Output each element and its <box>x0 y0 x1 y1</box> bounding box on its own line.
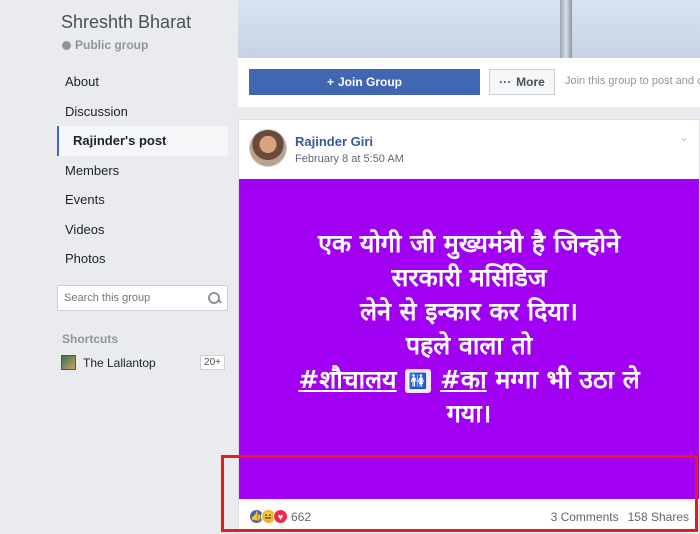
nav-item-videos[interactable]: Videos <box>57 215 228 245</box>
chevron-down-icon[interactable]: ⌄ <box>679 130 689 144</box>
post-text-line: सरकारी मर्सिडिज <box>391 263 547 292</box>
restroom-icon: 🚻 <box>405 369 432 393</box>
globe-icon <box>62 40 71 50</box>
join-group-button[interactable]: + Join Group <box>249 69 480 95</box>
post-footer: 👍 😆 ♥ 662 3 Comments 158 Shares <box>239 499 699 534</box>
search-input[interactable] <box>64 292 194 304</box>
shortcut-thumbnail <box>61 355 76 370</box>
cover-pole <box>560 0 572 58</box>
group-search <box>57 285 228 311</box>
shares-count-link[interactable]: 158 Shares <box>628 510 689 524</box>
reaction-icons[interactable]: 👍 😆 ♥ <box>249 509 288 524</box>
group-main: + Join Group ··· More Join this group to… <box>238 0 700 534</box>
shortcut-count-badge: 20+ <box>200 355 225 370</box>
post-text-line-hashtags: #शौचालय 🚻 #का मग्गा भी उठा ले <box>249 363 689 397</box>
post-text-tail: मग्गा भी उठा ले <box>495 365 640 394</box>
nav-item-about[interactable]: About <box>57 67 228 97</box>
plus-icon: + <box>326 75 334 89</box>
group-sidebar: Shreshth Bharat Public group About Discu… <box>0 0 238 534</box>
search-icon[interactable] <box>207 291 221 305</box>
hashtag-link[interactable]: #शौचालय <box>298 365 396 394</box>
post-timestamp[interactable]: February 8 at 5:50 AM <box>295 153 404 165</box>
post-text-line: पहले वाला तो <box>405 331 533 360</box>
ellipsis-icon: ··· <box>499 75 512 89</box>
nav-item-discussion[interactable]: Discussion <box>57 97 228 127</box>
post-text-line: लेने से इन्कार कर दिया। <box>360 297 578 326</box>
post-text-line: गया। <box>446 399 492 428</box>
group-type-label: Public group <box>75 38 149 52</box>
post-card: Rajinder Giri February 8 at 5:50 AM ⌄ एक… <box>238 119 700 534</box>
nav-item-members[interactable]: Members <box>57 156 228 186</box>
more-label: More <box>516 75 545 89</box>
post-text-line: एक योगी जी मुख्यमंत्री है जिन्होने <box>318 229 620 258</box>
group-nav: About Discussion Rajinder's post Members… <box>57 67 228 274</box>
post-stats: 3 Comments 158 Shares <box>551 510 689 524</box>
love-reaction-icon: ♥ <box>273 509 288 524</box>
more-button[interactable]: ··· More <box>489 69 555 95</box>
shortcut-item[interactable]: The Lallantop 20+ <box>61 355 225 370</box>
join-group-label: Join Group <box>338 75 402 89</box>
hashtag-link[interactable]: #का <box>440 365 487 394</box>
post-text: एक योगी जी मुख्यमंत्री है जिन्होने सरकार… <box>249 227 689 431</box>
nav-item-rajinders-post[interactable]: Rajinder's post <box>57 126 228 156</box>
comments-count-link[interactable]: 3 Comments <box>551 510 619 524</box>
group-header-card: + Join Group ··· More Join this group to… <box>238 0 700 107</box>
group-name[interactable]: Shreshth Bharat <box>61 12 191 33</box>
post-body[interactable]: एक योगी जी मुख्यमंत्री है जिन्होने सरकार… <box>239 179 699 499</box>
post-author[interactable]: Rajinder Giri <box>295 134 373 149</box>
shortcuts-heading: Shortcuts <box>62 332 119 346</box>
nav-item-events[interactable]: Events <box>57 185 228 215</box>
nav-item-photos[interactable]: Photos <box>57 244 228 274</box>
join-hint-text: Join this group to post and c <box>565 75 700 87</box>
reaction-count[interactable]: 662 <box>291 510 311 524</box>
cover-photo[interactable] <box>238 0 700 58</box>
author-avatar[interactable] <box>249 129 287 167</box>
shortcut-name: The Lallantop <box>83 355 156 370</box>
group-privacy: Public group <box>62 38 148 52</box>
